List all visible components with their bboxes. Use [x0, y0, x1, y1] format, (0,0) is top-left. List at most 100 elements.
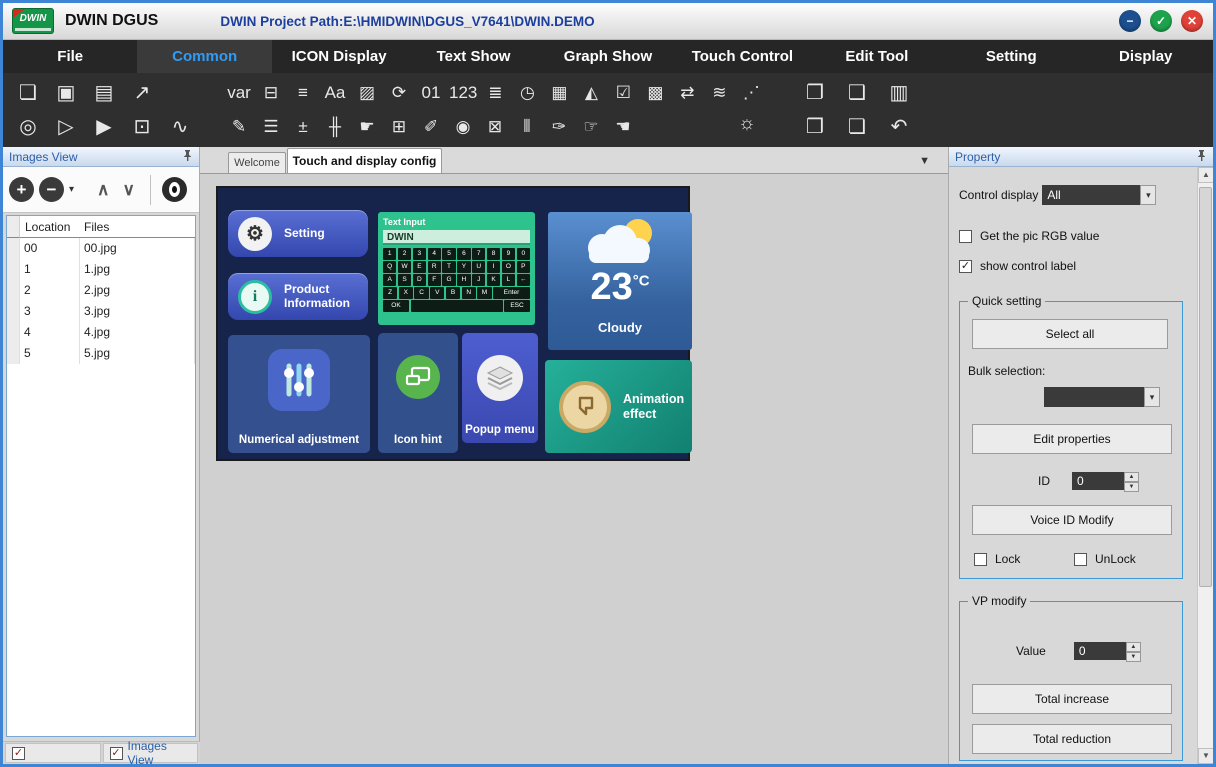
move-down-icon[interactable]: ∨	[118, 180, 138, 200]
undo-icon[interactable]: ↶	[880, 112, 918, 142]
tab-welcome[interactable]: Welcome	[228, 152, 286, 173]
control-display-select[interactable]: All	[1042, 185, 1140, 205]
show-control-label-checkbox[interactable]: ✓	[959, 260, 972, 273]
image-animation-icon[interactable]: ⇄	[673, 78, 701, 108]
touch-press-icon[interactable]: ☛	[353, 112, 381, 142]
table-row[interactable]: 1	[20, 259, 80, 280]
disk-search-icon[interactable]: ⊠	[481, 112, 509, 142]
menu-file[interactable]: File	[3, 40, 137, 73]
property-scrollbar[interactable]: ▲ ▼	[1197, 167, 1213, 764]
date-display-icon[interactable]: ▦	[545, 78, 573, 108]
rotation-icon[interactable]: ⟳	[385, 78, 413, 108]
pin-icon[interactable]	[1196, 149, 1207, 165]
id-input[interactable]: 0	[1072, 472, 1124, 490]
pencil-icon[interactable]: ✐	[417, 112, 445, 142]
picture-display-icon[interactable]: ▨	[353, 78, 381, 108]
table-cell-file[interactable]: 3.jpg	[80, 301, 195, 322]
menu-edit-tool[interactable]: Edit Tool	[810, 40, 944, 73]
video-preview-icon[interactable]: ▶	[87, 112, 121, 142]
select-all-button[interactable]: Select all	[972, 319, 1168, 349]
paste-icon[interactable]: ❑	[838, 78, 876, 108]
total-increase-button[interactable]: Total increase	[972, 684, 1172, 714]
delete-trash-icon[interactable]: ▥	[880, 78, 918, 108]
export-icon[interactable]: ↗	[125, 78, 159, 108]
bottom-tab-images-view[interactable]: ✓ Images View	[103, 743, 199, 763]
table-row[interactable]: 00	[20, 238, 80, 259]
scrollbar-thumb[interactable]	[1199, 187, 1212, 587]
menu-display[interactable]: Display	[1079, 40, 1213, 73]
table-row[interactable]: 4	[20, 322, 80, 343]
pin-icon[interactable]	[182, 149, 193, 165]
page-number-icon[interactable]: 01	[417, 78, 445, 108]
id-stepper[interactable]: ▲▼	[1124, 472, 1139, 490]
preview-find-icon[interactable]: ◎	[11, 112, 45, 142]
image-frames-icon[interactable]: ⊟	[257, 78, 285, 108]
curve-icon[interactable]: ∿	[163, 112, 197, 142]
column-header-location[interactable]: Location	[20, 216, 80, 238]
get-rgb-checkbox[interactable]	[959, 230, 972, 243]
text-display-icon[interactable]: Aa	[321, 78, 349, 108]
keyboard-icon[interactable]: ⊞	[385, 112, 413, 142]
scroll-down-icon[interactable]: ▼	[1198, 748, 1214, 764]
confirm-button[interactable]: ✓	[1150, 10, 1172, 32]
table-cell-file[interactable]: 2.jpg	[80, 280, 195, 301]
table-cell-file[interactable]: 00.jpg	[80, 238, 195, 259]
value-stepper[interactable]: ▲▼	[1126, 642, 1141, 660]
brightness-icon[interactable]: ☼	[733, 113, 761, 135]
table-row[interactable]: 3	[20, 301, 80, 322]
plus-minus-icon[interactable]: ±	[289, 112, 317, 142]
hand-drag-icon[interactable]: ☚	[609, 112, 637, 142]
zoom-in-icon[interactable]: +	[9, 177, 34, 202]
gesture-draw-icon[interactable]: ✑	[545, 112, 573, 142]
tab-touch-and-display-config[interactable]: Touch and display config	[287, 148, 442, 173]
unlock-checkbox[interactable]	[1074, 553, 1087, 566]
chevron-down-icon[interactable]: ▾	[1140, 185, 1156, 205]
doc-edit-icon[interactable]: ✎	[225, 112, 253, 142]
edit-properties-button[interactable]: Edit properties	[972, 424, 1172, 454]
copy-page-icon[interactable]: ❒	[796, 112, 834, 142]
audio-wave-icon[interactable]: ⫴	[513, 112, 541, 142]
trend-curve-icon[interactable]: ⋰	[737, 78, 765, 108]
menu-graph-show[interactable]: Graph Show	[541, 40, 675, 73]
graphic-shapes-icon[interactable]: ◭	[577, 78, 605, 108]
save-icon[interactable]: ▣	[49, 78, 83, 108]
new-project-icon[interactable]: ❏	[11, 78, 45, 108]
hand-select-icon[interactable]: ☞	[577, 112, 605, 142]
clock-display-icon[interactable]: ◷	[513, 78, 541, 108]
menu-common[interactable]: Common	[137, 40, 271, 73]
table-cell-file[interactable]: 5.jpg	[80, 343, 195, 364]
run-preview-icon[interactable]: ▷	[49, 112, 83, 142]
copy-icon[interactable]: ❐	[796, 78, 834, 108]
table-row[interactable]: 5	[20, 343, 80, 364]
bottom-tab-2-checkbox[interactable]: ✓	[110, 747, 123, 760]
menu-touch-control[interactable]: Touch Control	[675, 40, 809, 73]
zoom-out-icon[interactable]: −	[39, 177, 64, 202]
screen-preview-icon[interactable]: ⊡	[125, 112, 159, 142]
table-cell-file[interactable]: 1.jpg	[80, 259, 195, 280]
bulk-selection-select[interactable]	[1044, 387, 1144, 407]
move-up-icon[interactable]: ∧	[93, 180, 113, 200]
scroll-up-icon[interactable]: ▲	[1198, 167, 1214, 183]
menu-icon-display[interactable]: ICON Display	[272, 40, 406, 73]
minimize-button[interactable]: −	[1119, 10, 1141, 32]
list-icon[interactable]: ☰	[257, 112, 285, 142]
table-cell-file[interactable]: 4.jpg	[80, 322, 195, 343]
value-input[interactable]: 0	[1074, 642, 1126, 660]
touch-config-icon[interactable]: ☑	[609, 78, 637, 108]
text-file-icon[interactable]: ≣	[481, 78, 509, 108]
column-header-files[interactable]: Files	[80, 216, 195, 238]
menu-text-show[interactable]: Text Show	[406, 40, 540, 73]
chevron-down-icon[interactable]: ▾	[1144, 387, 1160, 407]
preview-eye-icon[interactable]	[162, 177, 187, 202]
qr-code-icon[interactable]: ▩	[641, 78, 669, 108]
screen-preview-image[interactable]: ⚙ Setting i Product Information Numerica…	[216, 186, 690, 461]
paste-page-icon[interactable]: ❏	[838, 112, 876, 142]
zoom-dropdown-caret-icon[interactable]: ▾	[69, 184, 74, 195]
print-icon[interactable]: ▤	[87, 78, 121, 108]
menu-setting[interactable]: Setting	[944, 40, 1078, 73]
close-button[interactable]: ✕	[1181, 10, 1203, 32]
doc-circle-icon[interactable]: ◉	[449, 112, 477, 142]
vertical-slider-icon[interactable]: ╫	[321, 112, 349, 142]
table-row[interactable]: 2	[20, 280, 80, 301]
variable-icon[interactable]: var	[225, 78, 253, 108]
